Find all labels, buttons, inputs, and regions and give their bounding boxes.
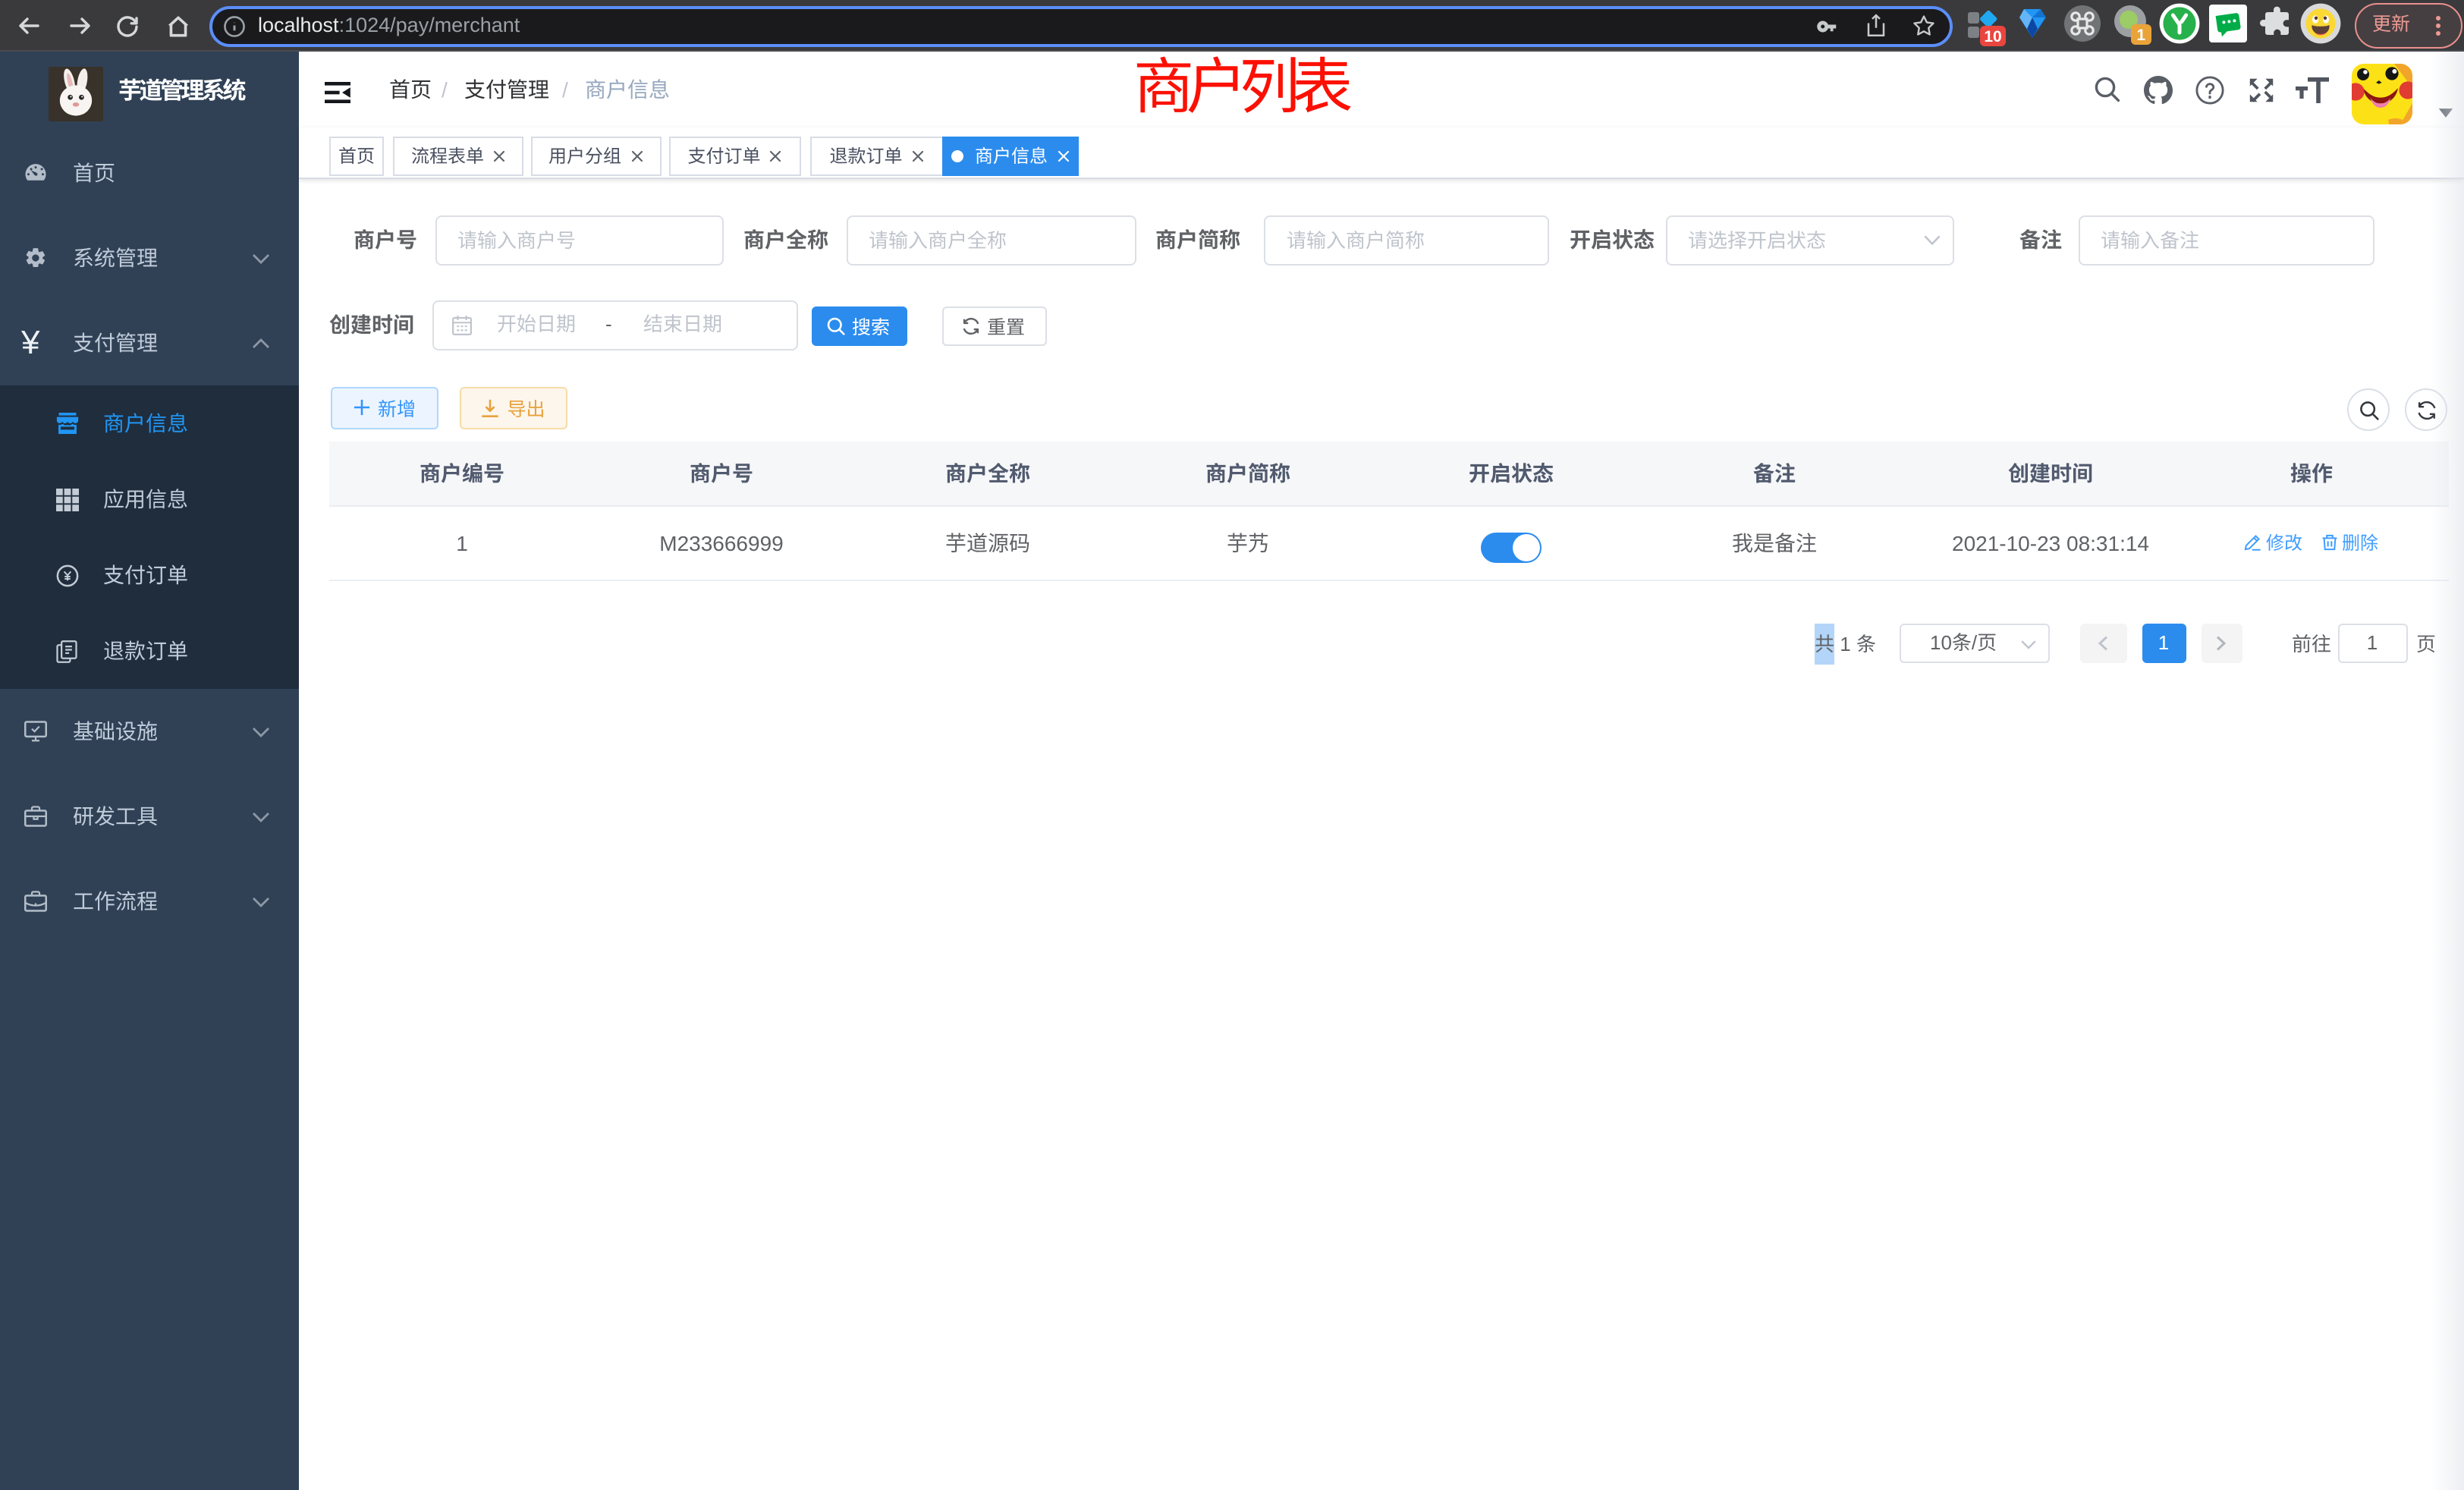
svg-text:10: 10	[1984, 28, 2001, 46]
svg-text:1: 1	[2137, 27, 2146, 44]
